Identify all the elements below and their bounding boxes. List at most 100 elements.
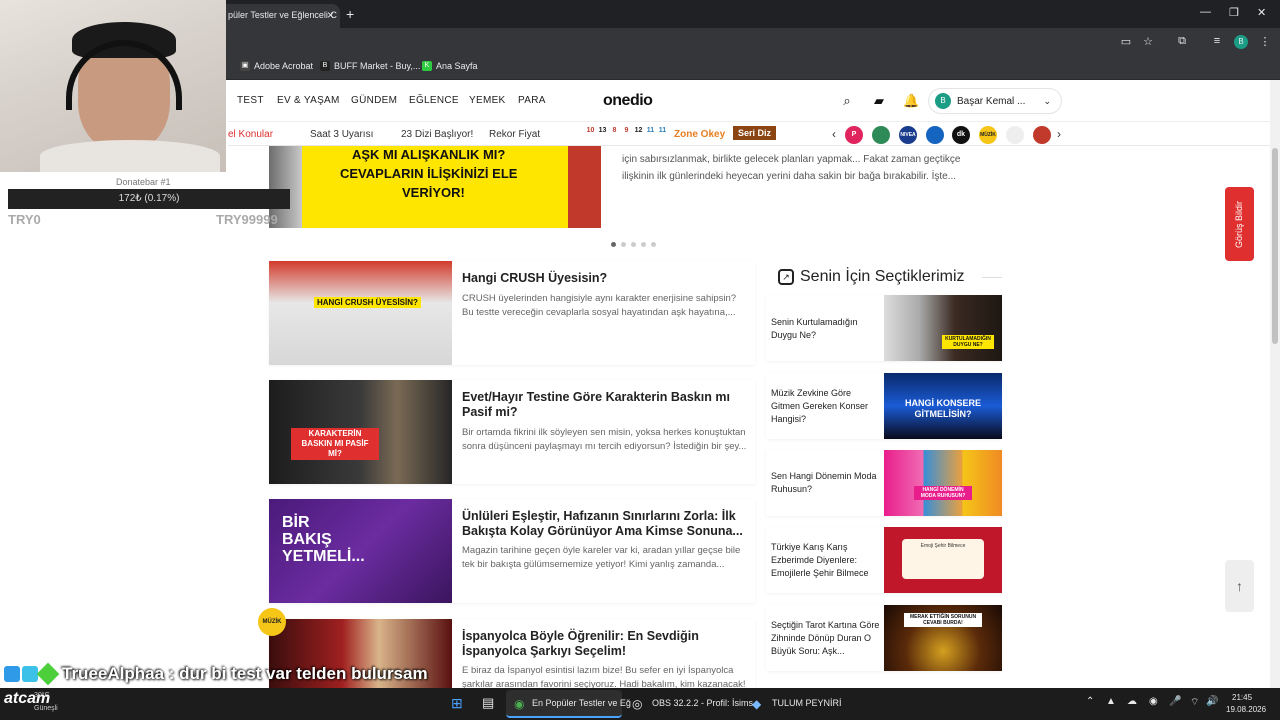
close-tab-icon[interactable]: × xyxy=(327,8,334,22)
weather-temp[interactable]: 30°C xyxy=(34,692,50,699)
bookmark-ana-sayfa[interactable]: K Ana Sayfa xyxy=(422,61,478,71)
taskbar-app-obs[interactable]: ◎ OBS 32.2.2 - Profil: İsims xyxy=(628,690,753,718)
sidebar-item[interactable]: Senin Kurtulamadığın Duygu Ne? KURTULAMA… xyxy=(766,295,1002,361)
taskbar-app-other[interactable]: ◆ TULUM PEYNİRİ xyxy=(748,690,848,718)
cast-icon[interactable]: ▭ xyxy=(1119,35,1133,49)
nav-para[interactable]: PARA xyxy=(518,95,546,106)
feedback-button[interactable]: Görüş Bildir xyxy=(1225,187,1254,261)
buff-icon: B xyxy=(320,61,330,71)
carousel-dots[interactable] xyxy=(611,242,656,247)
file-explorer-icon[interactable]: ▤ xyxy=(482,695,494,711)
sidebar-item-title: Senin Kurtulamadığın Duygu Ne? xyxy=(771,317,858,340)
tray-icon[interactable]: ◉ xyxy=(1149,696,1158,707)
trend-item[interactable]: Rekor Fiyat xyxy=(489,129,540,140)
zone-okey-link[interactable]: Zone Okey xyxy=(674,129,725,140)
volume-icon[interactable]: 🔊 xyxy=(1206,696,1218,707)
menu-icon[interactable]: ⋮ xyxy=(1258,35,1272,49)
scrollbar[interactable] xyxy=(1270,80,1280,688)
tab-title: püler Testler ve Eğlenceli C xyxy=(228,10,337,20)
sidebar-item[interactable]: Seçtiğin Tarot Kartına Göre Zihninde Dön… xyxy=(766,605,1002,671)
user-name: Başar Kemal ... xyxy=(957,95,1026,107)
bookmark-adobe[interactable]: ▣ Adobe Acrobat xyxy=(240,61,313,71)
brand-logo[interactable]: dk xyxy=(952,126,970,144)
windows-start-icon[interactable]: ⊞ xyxy=(451,695,463,712)
search-icon[interactable]: ⌕ xyxy=(839,93,855,109)
bookmark-buff[interactable]: B BUFF Market - Buy,... xyxy=(320,61,420,71)
reading-list-icon[interactable]: ≡ xyxy=(1210,35,1224,49)
scroll-top-button[interactable]: ↑ xyxy=(1225,560,1254,612)
extensions-icon[interactable]: ⧉ xyxy=(1175,35,1189,49)
carousel-dot[interactable] xyxy=(631,242,636,247)
obs-icon: ◎ xyxy=(632,697,643,711)
browser-tab[interactable]: püler Testler ve Eğlenceli C × xyxy=(220,4,340,28)
chevron-right-icon[interactable]: › xyxy=(1057,127,1061,141)
scrollbar-thumb[interactable] xyxy=(1272,148,1278,344)
nav-gundem[interactable]: GÜNDEM xyxy=(351,95,397,106)
taskbar-app-chrome[interactable]: ◉ En Popüler Testler ve Eğ xyxy=(506,690,631,718)
article-title[interactable]: Ünlüleri Eşleştir, Hafızanın Sınırlarını… xyxy=(462,509,747,539)
article-thumbnail: KARAKTERİN BASKIN MI PASİF Mİ? xyxy=(269,380,452,484)
number-game[interactable]: 10 13 8 9 12 11 11 xyxy=(585,127,668,134)
article-card[interactable]: KARAKTERİN BASKIN MI PASİF Mİ? Evet/Hayı… xyxy=(269,380,755,484)
messages-icon[interactable]: ▰ xyxy=(871,93,887,109)
number-tile: 12 xyxy=(634,127,643,134)
clock-date[interactable]: 19.08.2026 xyxy=(1226,705,1266,714)
carousel-dot[interactable] xyxy=(641,242,646,247)
nav-eglence[interactable]: EĞLENCE xyxy=(409,95,459,106)
user-menu[interactable]: B Başar Kemal ... ⌄ xyxy=(928,88,1062,114)
brand-logo[interactable] xyxy=(926,126,944,144)
arrow-up-icon: ↑ xyxy=(1236,578,1243,594)
brand-logo[interactable] xyxy=(872,126,890,144)
clock-time[interactable]: 21:45 xyxy=(1232,693,1252,702)
donate-progress: 172₺ (0.17%) xyxy=(8,189,290,209)
nav-ev-yasam[interactable]: EV & YAŞAM xyxy=(277,95,340,106)
trend-item[interactable]: 23 Dizi Başlıyor! xyxy=(401,129,473,140)
brand-logo[interactable]: P xyxy=(845,126,863,144)
category-badge[interactable]: MÜZİK xyxy=(258,608,286,636)
maximize-icon[interactable]: ❐ xyxy=(1229,6,1239,19)
article-card[interactable]: BİR BAKIŞ YETMELİ... Ünlüleri Eşleştir, … xyxy=(269,499,755,603)
tray-chevron-icon[interactable]: ⌃ xyxy=(1086,696,1094,707)
brand-logo[interactable]: NIVEA xyxy=(899,126,917,144)
sidebar-item-title: Müzik Zevkine Göre Gitmen Gereken Konser… xyxy=(771,388,869,424)
article-card[interactable]: HANGİ CRUSH ÜYESİSİN? Hangi CRUSH Üyesis… xyxy=(269,261,755,365)
number-tile: 8 xyxy=(612,127,617,134)
close-window-icon[interactable]: ✕ xyxy=(1257,6,1266,19)
chevron-left-icon[interactable]: ‹ xyxy=(832,127,836,141)
brand-logo[interactable] xyxy=(1006,126,1024,144)
microphone-icon[interactable]: 🎤 xyxy=(1169,696,1181,707)
tray-icon[interactable]: ▲ xyxy=(1106,696,1116,707)
thumb-label: HANGİ CRUSH ÜYESİSİN? xyxy=(314,297,421,308)
shirt-shape xyxy=(40,140,220,172)
thumb-label: HANGİ DÖNEMİN MODA RUHUSUN? xyxy=(914,486,972,500)
minimize-icon[interactable]: — xyxy=(1200,6,1211,18)
sidebar-item[interactable]: Müzik Zevkine Göre Gitmen Gereken Konser… xyxy=(766,373,1002,439)
sidebar-item[interactable]: Türkiye Karış Karış Ezberimde Diyenlere:… xyxy=(766,527,1002,593)
bell-icon[interactable]: 🔔 xyxy=(903,93,919,109)
profile-avatar[interactable]: B xyxy=(1234,35,1248,49)
cloud-icon[interactable]: ☁ xyxy=(1127,696,1137,707)
article-title[interactable]: Evet/Hayır Testine Göre Karakterin Baskı… xyxy=(462,390,747,420)
sidebar-thumbnail: HANGİ DÖNEMİN MODA RUHUSUN? xyxy=(884,450,1002,516)
number-tile: 11 xyxy=(646,127,655,134)
badge-icon xyxy=(22,666,38,682)
carousel-dot[interactable] xyxy=(651,242,656,247)
carousel-dot[interactable] xyxy=(611,242,616,247)
thumb-label: HANGİ KONSERE GİTMELİSİN? xyxy=(905,398,982,419)
brand-logo[interactable] xyxy=(1033,126,1051,144)
carousel-dot[interactable] xyxy=(621,242,626,247)
article-title[interactable]: İspanyolca Böyle Öğrenilir: En Sevdiğin … xyxy=(462,629,747,659)
trend-item[interactable]: el Konular xyxy=(228,129,273,140)
sidebar-item[interactable]: Sen Hangi Dönemin Moda Ruhusun? HANGİ DÖ… xyxy=(766,450,1002,516)
seri-diz-link[interactable]: Seri Diz xyxy=(733,126,777,140)
wifi-icon[interactable]: ⌔ xyxy=(1190,696,1199,709)
nav-yemek[interactable]: YEMEK xyxy=(469,95,506,106)
site-logo[interactable]: onedio xyxy=(603,92,653,110)
nav-test[interactable]: TEST xyxy=(237,95,264,106)
hero-headline-line: AŞK MI ALIŞKANLIK MI? xyxy=(348,147,510,162)
new-tab-icon[interactable]: + xyxy=(346,6,354,22)
article-title[interactable]: Hangi CRUSH Üyesisin? xyxy=(462,271,747,286)
bookmark-star-icon[interactable]: ☆ xyxy=(1141,35,1155,49)
trend-item[interactable]: Saat 3 Uyarısı xyxy=(310,129,373,140)
brand-logo[interactable]: MÜZİK xyxy=(979,126,997,144)
